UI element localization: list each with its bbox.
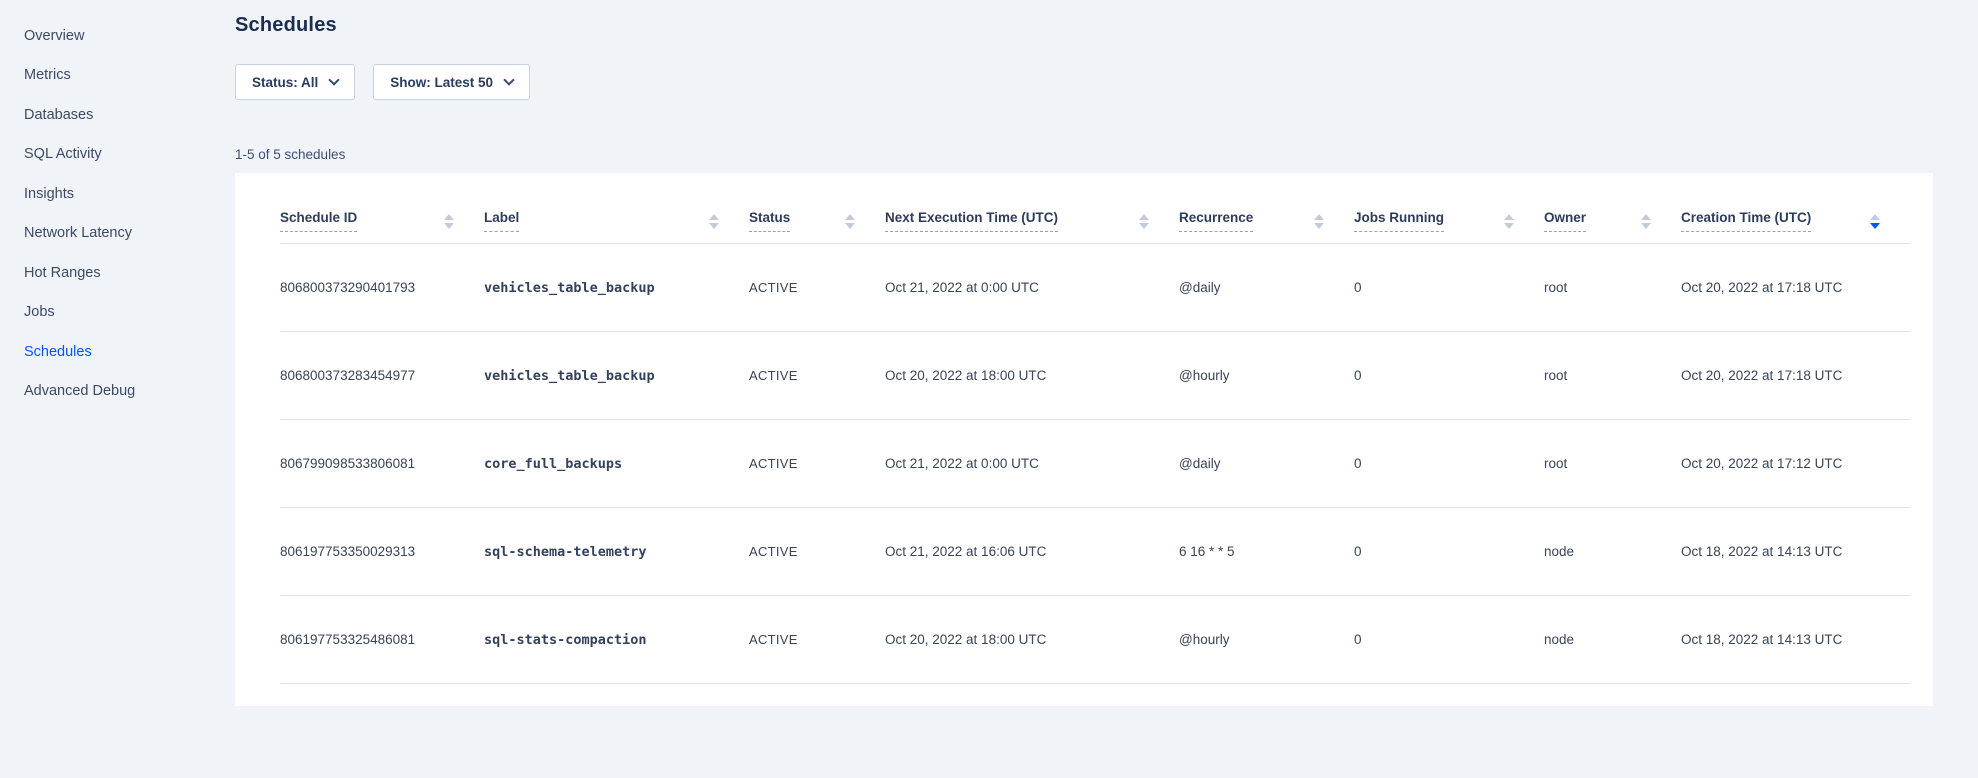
- sort-icon: [1504, 214, 1514, 229]
- table-row: 806800373290401793 vehicles_table_backup…: [280, 244, 1910, 332]
- cell-owner: root: [1544, 456, 1681, 471]
- table-header-row: Schedule ID Label Status Next Execution …: [280, 173, 1910, 244]
- table-row: 806197753350029313 sql-schema-telemetry …: [280, 508, 1910, 596]
- sidebar-item-insights[interactable]: Insights: [0, 174, 235, 214]
- cell-jobs-running: 0: [1354, 456, 1544, 471]
- column-header-label: Creation Time (UTC): [1681, 210, 1811, 232]
- cell-status: ACTIVE: [749, 368, 885, 383]
- cell-recurrence: @hourly: [1179, 368, 1354, 383]
- column-header-label[interactable]: Label: [484, 173, 749, 243]
- cell-status: ACTIVE: [749, 456, 885, 471]
- cell-schedule-id: 806800373283454977: [280, 368, 484, 383]
- cell-next-execution-time: Oct 21, 2022 at 0:00 UTC: [885, 280, 1179, 295]
- cell-creation-time: Oct 20, 2022 at 17:18 UTC: [1681, 280, 1910, 295]
- cell-status: ACTIVE: [749, 280, 885, 295]
- column-header-label: Recurrence: [1179, 210, 1253, 232]
- status-filter-dropdown[interactable]: Status: All: [235, 64, 355, 100]
- sidebar-nav: Overview Metrics Databases SQL Activity …: [0, 0, 235, 778]
- main-content: Schedules Status: All Show: Latest 50 1-…: [235, 0, 1978, 778]
- column-header-label: Status: [749, 210, 790, 232]
- column-header-label: Jobs Running: [1354, 210, 1444, 232]
- table-row: 806799098533806081 core_full_backups ACT…: [280, 420, 1910, 508]
- sidebar-item-schedules[interactable]: Schedules: [0, 332, 235, 372]
- sidebar-item-advanced-debug[interactable]: Advanced Debug: [0, 372, 235, 412]
- cell-jobs-running: 0: [1354, 368, 1544, 383]
- column-header-owner[interactable]: Owner: [1544, 173, 1681, 243]
- filter-bar: Status: All Show: Latest 50: [235, 64, 1933, 100]
- sort-icon: [845, 214, 855, 229]
- cell-label: vehicles_table_backup: [484, 368, 749, 384]
- sidebar-item-network-latency[interactable]: Network Latency: [0, 214, 235, 254]
- column-header-label: Label: [484, 210, 519, 232]
- chevron-down-icon: [329, 74, 340, 85]
- chevron-down-icon: [503, 74, 514, 85]
- cell-owner: root: [1544, 280, 1681, 295]
- cell-jobs-running: 0: [1354, 280, 1544, 295]
- page-title: Schedules: [235, 14, 1933, 37]
- table-row: 806197753325486081 sql-stats-compaction …: [280, 596, 1910, 684]
- cell-next-execution-time: Oct 20, 2022 at 18:00 UTC: [885, 632, 1179, 647]
- column-header-status[interactable]: Status: [749, 173, 885, 243]
- column-header-label: Owner: [1544, 210, 1586, 232]
- sort-icon: [709, 214, 719, 229]
- cell-schedule-id: 806197753350029313: [280, 544, 484, 559]
- cell-owner: root: [1544, 368, 1681, 383]
- cell-next-execution-time: Oct 21, 2022 at 16:06 UTC: [885, 544, 1179, 559]
- schedules-table-card: Schedule ID Label Status Next Execution …: [235, 173, 1933, 706]
- cell-creation-time: Oct 18, 2022 at 14:13 UTC: [1681, 632, 1910, 647]
- results-count: 1-5 of 5 schedules: [235, 147, 1933, 162]
- cell-creation-time: Oct 20, 2022 at 17:18 UTC: [1681, 368, 1910, 383]
- table-row: 806800373283454977 vehicles_table_backup…: [280, 332, 1910, 420]
- cell-recurrence: @hourly: [1179, 632, 1354, 647]
- show-filter-dropdown[interactable]: Show: Latest 50: [373, 64, 530, 100]
- cell-recurrence: @daily: [1179, 280, 1354, 295]
- cell-label: sql-stats-compaction: [484, 632, 749, 648]
- cell-creation-time: Oct 20, 2022 at 17:12 UTC: [1681, 456, 1910, 471]
- column-header-label: Next Execution Time (UTC): [885, 210, 1058, 232]
- cell-jobs-running: 0: [1354, 632, 1544, 647]
- sidebar-item-metrics[interactable]: Metrics: [0, 56, 235, 96]
- sidebar-item-sql-activity[interactable]: SQL Activity: [0, 135, 235, 175]
- cell-schedule-id: 806197753325486081: [280, 632, 484, 647]
- cell-status: ACTIVE: [749, 632, 885, 647]
- cell-status: ACTIVE: [749, 544, 885, 559]
- cell-label: core_full_backups: [484, 456, 749, 472]
- column-header-creation-time[interactable]: Creation Time (UTC): [1681, 173, 1910, 243]
- column-header-recurrence[interactable]: Recurrence: [1179, 173, 1354, 243]
- show-filter-label: Show: Latest 50: [390, 75, 493, 90]
- cell-creation-time: Oct 18, 2022 at 14:13 UTC: [1681, 544, 1910, 559]
- cell-next-execution-time: Oct 21, 2022 at 0:00 UTC: [885, 456, 1179, 471]
- cell-recurrence: 6 16 * * 5: [1179, 544, 1354, 559]
- sidebar-item-overview[interactable]: Overview: [0, 16, 235, 56]
- cell-owner: node: [1544, 544, 1681, 559]
- cell-label: sql-schema-telemetry: [484, 544, 749, 560]
- column-header-next-execution-time[interactable]: Next Execution Time (UTC): [885, 173, 1179, 243]
- cell-label: vehicles_table_backup: [484, 280, 749, 296]
- sort-icon: [1139, 214, 1149, 229]
- cell-recurrence: @daily: [1179, 456, 1354, 471]
- app-window: Overview Metrics Databases SQL Activity …: [0, 0, 1978, 778]
- status-filter-label: Status: All: [252, 75, 318, 90]
- sidebar-item-databases[interactable]: Databases: [0, 95, 235, 135]
- cell-next-execution-time: Oct 20, 2022 at 18:00 UTC: [885, 368, 1179, 383]
- cell-owner: node: [1544, 632, 1681, 647]
- sidebar-item-hot-ranges[interactable]: Hot Ranges: [0, 253, 235, 293]
- sort-icon: [444, 214, 454, 229]
- sort-icon: [1314, 214, 1324, 229]
- sort-icon-active-desc: [1870, 214, 1880, 229]
- sidebar-item-jobs[interactable]: Jobs: [0, 293, 235, 333]
- column-header-schedule-id[interactable]: Schedule ID: [280, 173, 484, 243]
- sort-icon: [1641, 214, 1651, 229]
- column-header-label: Schedule ID: [280, 210, 357, 232]
- cell-jobs-running: 0: [1354, 544, 1544, 559]
- column-header-jobs-running[interactable]: Jobs Running: [1354, 173, 1544, 243]
- cell-schedule-id: 806800373290401793: [280, 280, 484, 295]
- cell-schedule-id: 806799098533806081: [280, 456, 484, 471]
